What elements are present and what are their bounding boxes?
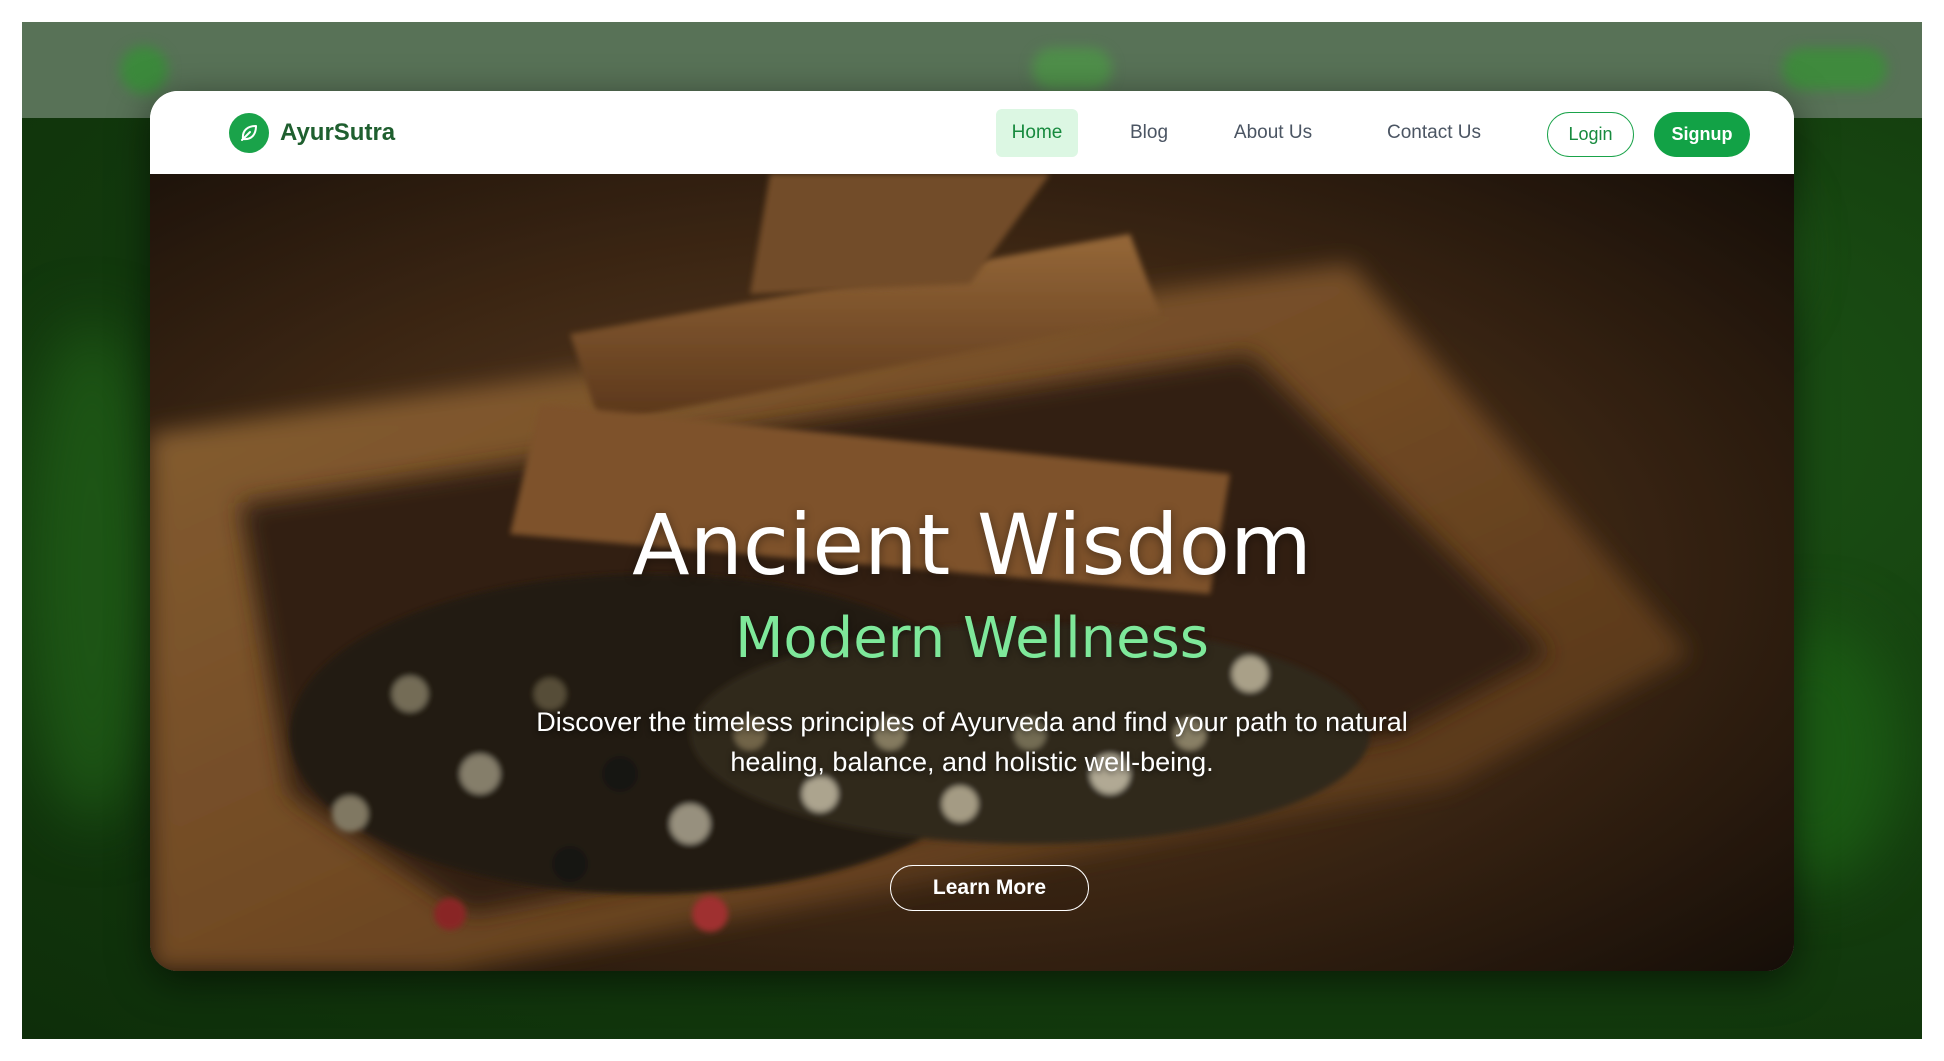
navbar: AyurSutra Home Blog About Us Contact Us … (150, 91, 1794, 174)
background-logo (120, 46, 168, 94)
background-pill (1782, 48, 1887, 90)
nav-link-home[interactable]: Home (996, 109, 1078, 157)
nav-link-contact-us[interactable]: Contact Us (1364, 109, 1504, 157)
brand[interactable]: AyurSutra (229, 113, 395, 153)
website-card: AyurSutra Home Blog About Us Contact Us … (150, 91, 1794, 971)
leaf-icon (229, 113, 269, 153)
learn-more-button[interactable]: Learn More (890, 865, 1089, 911)
nav-link-blog[interactable]: Blog (1114, 109, 1184, 157)
signup-button[interactable]: Signup (1654, 112, 1750, 157)
brand-name: AyurSutra (280, 119, 396, 146)
hero-description: Discover the timeless principles of Ayur… (536, 707, 1408, 777)
nav-link-about-us[interactable]: About Us (1218, 109, 1328, 157)
background-blob (22, 322, 162, 822)
hero-section: Ancient Wisdom Modern Wellness Discover … (150, 174, 1794, 971)
background-pill (1032, 48, 1112, 90)
login-button[interactable]: Login (1547, 112, 1634, 157)
hero-title: Ancient Wisdom (632, 496, 1312, 594)
hero-subtitle: Modern Wellness (735, 606, 1209, 671)
